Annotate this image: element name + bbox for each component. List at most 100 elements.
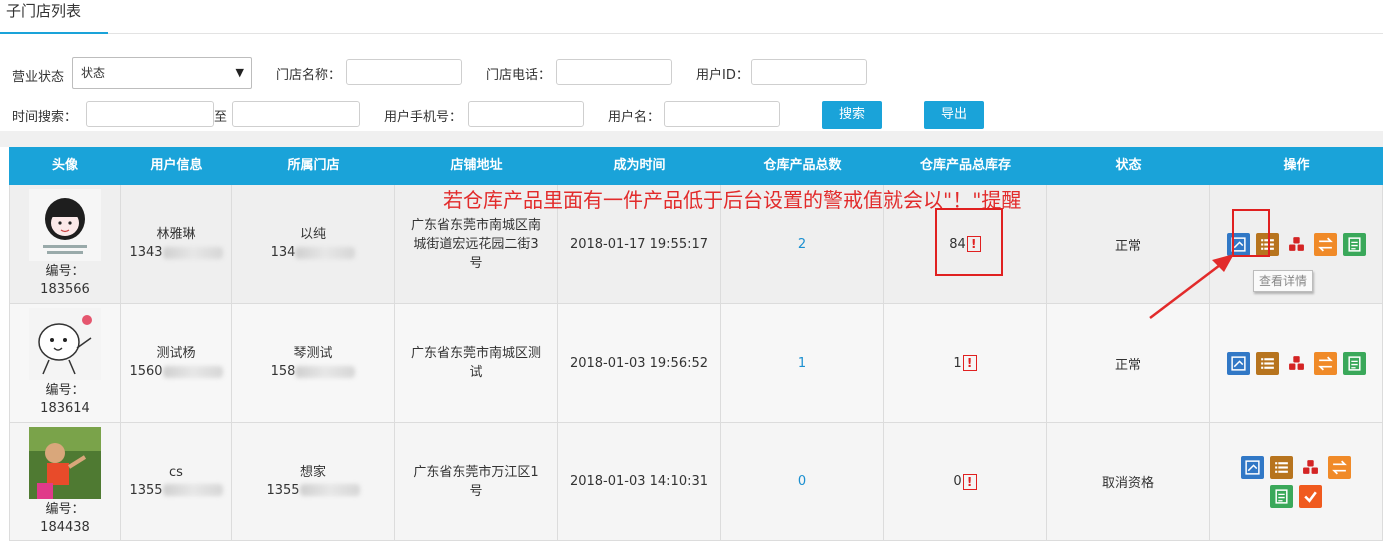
check-icon[interactable]	[1299, 484, 1322, 508]
store-cell: 以纯 134	[232, 185, 395, 303]
status-text: 正常	[1114, 357, 1141, 373]
store-name: 以纯	[299, 227, 326, 242]
report-icon[interactable]	[1270, 484, 1293, 508]
avatar-cell: 编号： 183566	[9, 185, 121, 303]
store-number-label: 编号：	[45, 264, 85, 279]
list-icon[interactable]	[1270, 455, 1293, 479]
view-detail-icon[interactable]	[1241, 455, 1264, 479]
store-phone-label: 门店电话：	[486, 68, 552, 83]
status-text: 取消资格	[1101, 476, 1154, 491]
store-name-label: 门店名称：	[276, 68, 342, 83]
table-row: 编号： 183614 测试杨 1560 琴测试 158 广东省东莞市南城区测试 …	[9, 304, 1383, 423]
actions-cell	[1210, 304, 1383, 422]
status-select-value: 状态	[81, 66, 106, 80]
store-phone: 158	[270, 364, 296, 379]
stock-total: 0	[953, 474, 962, 489]
address-cell: 广东省东莞市万江区1号	[395, 423, 558, 540]
warning-icon: !	[962, 473, 977, 490]
transfer-icon[interactable]	[1328, 455, 1351, 479]
search-button[interactable]: 搜索	[822, 101, 882, 129]
redacted-block	[299, 484, 360, 496]
transfer-icon[interactable]	[1313, 232, 1337, 256]
store-phone: 1355	[266, 482, 300, 498]
start-time-input[interactable]	[86, 101, 214, 127]
report-icon[interactable]	[1342, 351, 1366, 375]
product-total-link[interactable]: 1	[798, 356, 806, 371]
time-cell: 2018-01-03 19:56:52	[558, 304, 721, 422]
warehouse-cubes-icon[interactable]	[1299, 456, 1322, 479]
store-number: 183566	[40, 282, 90, 297]
user-phone-input[interactable]	[468, 101, 584, 127]
avatar-cell: 编号： 183614	[9, 304, 121, 422]
user-name: 测试杨	[156, 346, 196, 361]
header-user-info: 用户信息	[150, 158, 203, 173]
report-icon[interactable]	[1342, 232, 1366, 256]
actions-cell	[1210, 423, 1383, 540]
address-cell: 广东省东莞市南城区测试	[395, 304, 558, 422]
tab-bar: 子门店列表	[0, 0, 1383, 34]
time-cell: 2018-01-03 14:10:31	[558, 423, 721, 540]
header-actions: 操作	[1283, 158, 1310, 173]
avatar	[29, 189, 101, 261]
header-time: 成为时间	[613, 158, 666, 173]
header-status: 状态	[1115, 158, 1142, 173]
stock-total-cell: 0!	[884, 423, 1047, 540]
chevron-down-icon: ▼	[235, 66, 244, 79]
tab-sub-store-list[interactable]: 子门店列表	[0, 0, 108, 34]
status-select[interactable]: 状态 ▼	[72, 57, 252, 89]
status-cell: 取消资格	[1047, 423, 1210, 540]
username-input[interactable]	[664, 101, 780, 127]
transfer-icon[interactable]	[1313, 351, 1337, 375]
redacted-block	[162, 246, 223, 259]
product-total-cell: 0	[721, 423, 884, 540]
redacted-block	[162, 365, 223, 378]
product-total-cell: 1	[721, 304, 884, 422]
product-total-link[interactable]: 2	[798, 237, 806, 252]
user-phone: 1560	[129, 364, 163, 379]
store-cell: 想家 1355	[232, 423, 395, 540]
user-name: cs	[169, 464, 183, 480]
table-row: 编号： 184438 cs 1355 想家 1355 广东省东莞市万江区1号 2…	[9, 423, 1383, 541]
store-name: 想家	[299, 464, 326, 480]
page: 子门店列表 营业状态 状态 ▼ 门店名称： 门店电话： 用户ID： 时间搜索： …	[0, 0, 1383, 541]
highlight-detail-box	[1232, 209, 1270, 257]
avatar	[29, 427, 101, 499]
status-text: 正常	[1114, 238, 1141, 254]
section-divider	[0, 131, 1383, 147]
highlight-stock-box	[935, 208, 1003, 276]
stock-total: 1	[953, 355, 962, 371]
product-total-link[interactable]: 0	[798, 474, 806, 489]
stock-total-cell: 1!	[884, 304, 1047, 422]
view-detail-icon[interactable]	[1226, 351, 1250, 375]
store-cell: 琴测试 158	[232, 304, 395, 422]
user-name: 林雅琳	[156, 227, 196, 242]
header-store: 所属门店	[287, 158, 340, 173]
warehouse-cubes-icon[interactable]	[1285, 233, 1308, 256]
store-name-input[interactable]	[346, 59, 462, 85]
export-button[interactable]: 导出	[924, 101, 984, 129]
store-number-label: 编号：	[45, 383, 85, 398]
redacted-block	[295, 246, 356, 259]
tooltip-view-detail: 查看详情	[1253, 270, 1313, 292]
time-search-label: 时间搜索：	[12, 110, 78, 125]
store-phone-input[interactable]	[556, 59, 672, 85]
store-number-label: 编号：	[45, 502, 85, 517]
to-label: 至	[214, 110, 228, 125]
status-filter-label: 营业状态	[12, 70, 65, 85]
end-time-input[interactable]	[232, 101, 360, 127]
username-label: 用户名：	[608, 110, 661, 125]
user-info-cell: 测试杨 1560	[121, 304, 232, 422]
user-phone: 1355	[129, 482, 163, 498]
avatar-cell: 编号： 184438	[9, 423, 121, 540]
user-id-label: 用户ID：	[696, 68, 749, 83]
join-time: 2018-01-03 19:56:52	[569, 355, 709, 371]
store-number: 183614	[40, 401, 90, 416]
user-info-cell: cs 1355	[121, 423, 232, 540]
warehouse-cubes-icon[interactable]	[1285, 352, 1308, 375]
header-avatar: 头像	[51, 158, 78, 173]
status-cell: 正常	[1047, 304, 1210, 422]
list-icon[interactable]	[1255, 351, 1279, 375]
user-phone-label: 用户手机号：	[384, 110, 463, 125]
user-phone: 1343	[129, 245, 163, 260]
user-id-input[interactable]	[751, 59, 867, 85]
